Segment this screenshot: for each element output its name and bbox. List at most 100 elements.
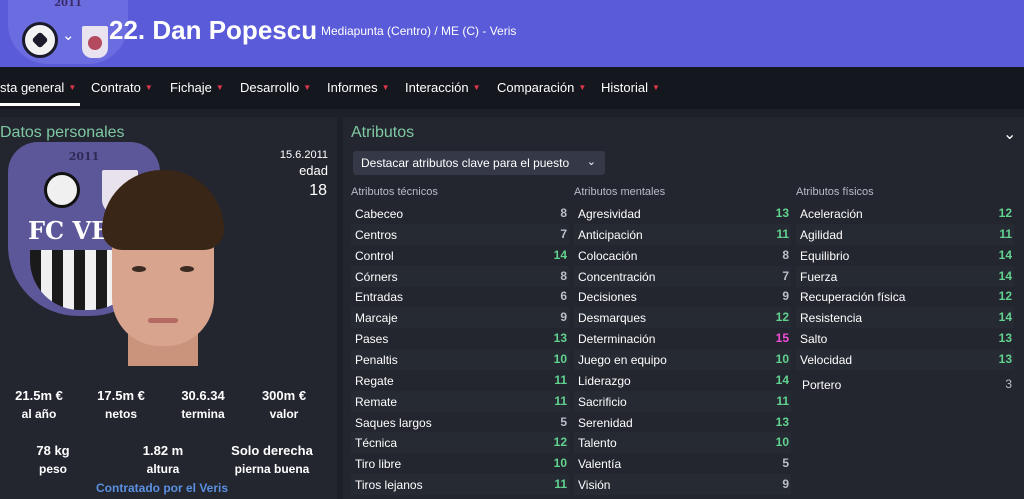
stat-value: 78 kg — [36, 443, 70, 458]
attribute-value: 5 — [782, 456, 789, 471]
attribute-value: 9 — [560, 310, 567, 325]
tab-label: Fichaje — [170, 80, 212, 95]
attribute-row[interactable]: Sacrificio 11 — [574, 390, 791, 412]
tab-contract[interactable]: Contrato ▼ — [91, 80, 153, 95]
attribute-value: 11 — [554, 477, 567, 492]
attribute-name: Remate — [355, 394, 398, 409]
attribute-name: Velocidad — [800, 352, 853, 367]
tab-label: sta general — [0, 80, 65, 95]
attribute-row[interactable]: Remate 11 — [351, 390, 569, 412]
attribute-row[interactable]: Tiros lejanos 11 — [351, 474, 569, 496]
player-crest-icon[interactable] — [82, 26, 108, 58]
stat-label: termina — [181, 407, 225, 421]
attribute-row[interactable]: Concentración 7 — [574, 265, 791, 287]
attribute-row[interactable]: Colocación 8 — [574, 245, 791, 266]
attribute-row[interactable]: Marcaje 9 — [351, 307, 569, 329]
attribute-row[interactable]: Anticipación 11 — [574, 223, 791, 245]
attribute-row[interactable]: Fuerza 14 — [796, 265, 1014, 287]
height-stat: 1.82 m altura — [118, 443, 208, 476]
attribute-row[interactable]: Liderazgo 14 — [574, 370, 791, 391]
attribute-name: Control — [355, 248, 394, 263]
attribute-name: Agresividad — [578, 207, 641, 221]
stat-label: al año — [21, 407, 57, 421]
net-wage-stat: 17.5m € netos — [76, 388, 166, 421]
chevron-down-icon[interactable]: ⌄ — [62, 26, 75, 44]
attribute-name: Salto — [800, 332, 828, 347]
stat-value: 21.5m € — [15, 388, 63, 403]
player-header: 2011 ⌄ 22. Dan Popescu Mediapunta (Centr… — [0, 0, 1024, 67]
attribute-row[interactable]: Valentía 5 — [574, 453, 791, 474]
attribute-row[interactable]: Visión 9 — [574, 474, 791, 496]
attribute-value: 9 — [782, 477, 789, 492]
attribute-row[interactable]: Decisiones 9 — [574, 286, 791, 307]
eye — [180, 266, 194, 272]
tab-label: Historial — [601, 80, 648, 95]
attribute-row[interactable]: Determinación 15 — [574, 328, 791, 349]
attribute-value: 9 — [782, 289, 789, 304]
goalkeeper-attribute-row[interactable]: Portero 3 — [798, 374, 1014, 395]
attribute-row[interactable]: Cabeceo 8 — [351, 203, 569, 224]
attribute-row[interactable]: Penaltis 10 — [351, 348, 569, 370]
attribute-value: 6 — [560, 289, 567, 304]
attribute-row[interactable]: Regate 11 — [351, 370, 569, 391]
mental-header: Atributos mentales — [574, 186, 666, 198]
attribute-row[interactable]: Córners 8 — [351, 265, 569, 287]
attribute-row[interactable]: Resistencia 14 — [796, 307, 1014, 329]
attribute-row[interactable]: Talento 10 — [574, 432, 791, 454]
attribute-row[interactable]: Tiro libre 10 — [351, 453, 569, 474]
attribute-name: Colocación — [578, 248, 638, 263]
dropdown-arrow-icon: ▼ — [144, 83, 153, 92]
attribute-name: Determinación — [578, 332, 656, 347]
contracted-by-link[interactable]: Contratado por el Veris — [96, 481, 228, 495]
attribute-value: 11 — [554, 372, 567, 387]
stat-value: 300m € — [261, 388, 307, 403]
attribute-name: Recuperación física — [800, 290, 906, 305]
tab-development[interactable]: Desarrollo ▼ — [240, 80, 311, 95]
attribute-row[interactable]: Agresividad 13 — [574, 203, 791, 224]
attribute-row[interactable]: Salto 13 — [796, 328, 1014, 349]
attribute-row[interactable]: Control 14 — [351, 245, 569, 266]
tab-comparison[interactable]: Comparación ▼ — [497, 80, 586, 95]
attribute-row[interactable]: Aceleración 12 — [796, 203, 1014, 224]
attribute-row[interactable]: Juego en equipo 10 — [574, 348, 791, 370]
attribute-name: Valentía — [578, 457, 622, 472]
attribute-row[interactable]: Serenidad 13 — [574, 412, 791, 433]
dropdown-label: Destacar atributos clave para el puesto — [361, 156, 570, 170]
attribute-row[interactable]: Equilibrio 14 — [796, 245, 1014, 266]
foot-stat: Solo derecha pierna buena — [227, 443, 317, 476]
tab-label: Interacción — [405, 80, 469, 95]
technical-header: Atributos técnicos — [351, 186, 438, 198]
player-face — [98, 170, 228, 366]
attribute-row[interactable]: Saques largos 5 — [351, 412, 569, 433]
attribute-value: 7 — [782, 268, 789, 283]
attribute-value: 14 — [553, 247, 567, 262]
attribute-row[interactable]: Técnica 12 — [351, 432, 569, 454]
chevron-down-icon[interactable]: ⌄ — [1003, 124, 1016, 144]
attribute-row[interactable]: Recuperación física 12 — [796, 286, 1014, 307]
attribute-row[interactable]: Agilidad 11 — [796, 223, 1014, 245]
attribute-name: Resistencia — [800, 311, 863, 326]
tab-interaction[interactable]: Interacción ▼ — [405, 80, 481, 95]
attribute-value: 13 — [553, 331, 567, 346]
attribute-row[interactable]: Centros 7 — [351, 223, 569, 245]
tab-history[interactable]: Historial ▼ — [601, 80, 660, 95]
stat-value: 30.6.34 — [181, 388, 225, 403]
attribute-value: 12 — [998, 206, 1012, 220]
highlight-key-attributes-dropdown[interactable]: Destacar atributos clave para el puesto … — [353, 151, 605, 175]
value-stat: 300m € valor — [239, 388, 329, 421]
football-icon — [44, 172, 80, 208]
tab-overview[interactable]: sta general ▼ — [0, 80, 76, 95]
attribute-value: 3 — [1005, 377, 1012, 391]
attribute-row[interactable]: Velocidad 13 — [796, 348, 1014, 370]
attribute-row[interactable]: Pases 13 — [351, 328, 569, 349]
attribute-row[interactable]: Entradas 6 — [351, 286, 569, 307]
attribute-value: 10 — [553, 456, 567, 471]
dropdown-arrow-icon: ▼ — [472, 83, 481, 92]
chevron-down-icon: ⌄ — [586, 156, 596, 168]
attribute-value: 8 — [560, 268, 567, 283]
tab-reports[interactable]: Informes ▼ — [327, 80, 390, 95]
club-switch-icon[interactable] — [22, 22, 58, 58]
tab-transfer[interactable]: Fichaje ▼ — [170, 80, 224, 95]
attribute-row[interactable]: Desmarques 12 — [574, 307, 791, 329]
attribute-name: Pases — [355, 332, 389, 347]
